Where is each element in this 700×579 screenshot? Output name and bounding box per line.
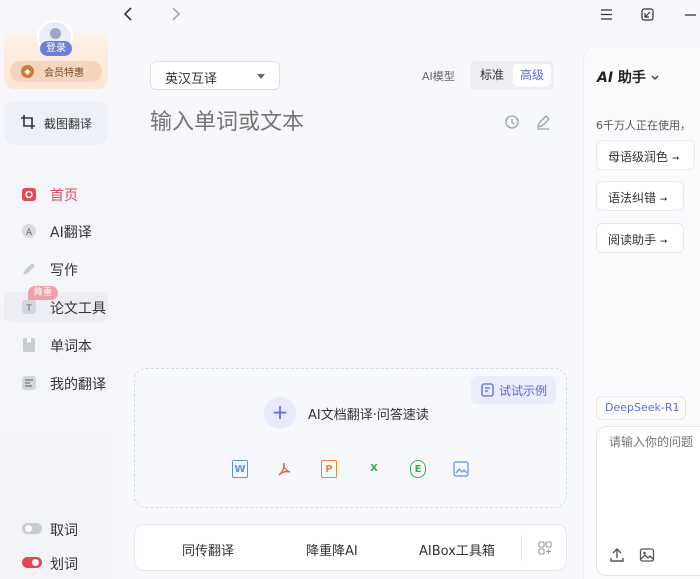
paper-tool-icon: T	[22, 300, 36, 314]
sidebar-item-writing[interactable]: 写作	[4, 254, 108, 284]
history-doc-icon	[22, 376, 36, 390]
sidebar-item-label: 单词本	[50, 339, 92, 355]
login-button[interactable]: 登录	[40, 41, 72, 56]
divider	[521, 535, 522, 561]
excel-file-icon: X	[370, 463, 378, 474]
ai-icon: A	[22, 224, 36, 238]
vip-offer-button[interactable]: ◆ 会员特惠	[10, 61, 102, 82]
ai-model-label: AI模型	[422, 70, 455, 83]
vip-offer-label: 会员特惠	[44, 68, 84, 79]
minimize-button[interactable]	[684, 8, 697, 25]
users-count-text: 6千万人正在使用，	[596, 119, 691, 132]
epub-file-icon: E	[410, 460, 426, 478]
chip-reading-assistant[interactable]: 阅读助手 ➞	[596, 223, 684, 253]
document-icon	[481, 383, 494, 397]
upload-icon[interactable]	[609, 547, 625, 563]
sidebar-item-label: 首页	[50, 188, 78, 204]
chevron-down-icon	[257, 74, 265, 79]
arrow-right-icon: ➞	[659, 237, 668, 247]
chip-label: 母语级润色 ➞	[608, 150, 680, 164]
sidebar-item-label: 论文工具	[50, 301, 106, 317]
diamond-icon: ◆	[21, 65, 34, 78]
source-text-input[interactable]	[150, 104, 490, 140]
mini-window-button[interactable]	[641, 8, 654, 25]
image-upload-icon[interactable]	[639, 547, 655, 563]
screenshot-translate-button[interactable]: 截图翻译	[4, 101, 108, 145]
ai-logo: AI	[597, 70, 614, 86]
sidebar-item-my-translations[interactable]: 我的翻译	[4, 368, 108, 398]
chat-input-box	[596, 426, 700, 576]
pen-icon	[23, 263, 35, 275]
word-file-icon: W	[232, 460, 248, 478]
edit-icon[interactable]	[535, 114, 551, 130]
sidebar-item-label: AI翻译	[50, 225, 92, 241]
doc-translate-label: AI文档翻译·问答速读	[308, 408, 429, 423]
crop-icon	[21, 115, 35, 129]
bottom-toolbar: 同传翻译 降重降AI AIBox工具箱	[134, 524, 567, 571]
model-switch: 标准 高级	[470, 61, 554, 90]
model-selector[interactable]: DeepSeek-R1	[596, 396, 686, 420]
language-select-value: 英汉互译	[165, 72, 218, 87]
select-word-toggle[interactable]	[22, 557, 42, 568]
chip-label: 阅读助手 ➞	[608, 233, 668, 247]
menu-button[interactable]	[600, 8, 613, 25]
pin-window-icon	[641, 8, 654, 21]
pdf-file-icon	[276, 460, 292, 478]
sidebar-item-home[interactable]: 首页	[4, 179, 108, 209]
ai-assistant-title-text: 助手	[617, 70, 646, 86]
chevron-left-icon	[123, 7, 132, 21]
book-icon	[23, 338, 35, 352]
history-icon[interactable]	[504, 114, 520, 130]
language-select[interactable]: 英汉互译	[150, 61, 280, 90]
forward-button[interactable]	[170, 6, 182, 26]
plus-icon[interactable]: +	[264, 397, 296, 429]
ppt-file-icon: P	[321, 460, 337, 478]
model-option-advanced[interactable]: 高级	[513, 64, 551, 87]
image-file-icon	[453, 460, 469, 478]
chat-input[interactable]	[609, 435, 700, 449]
menu-icon	[601, 9, 612, 20]
apps-grid-icon[interactable]	[538, 541, 552, 555]
pick-word-label: 取词	[50, 523, 78, 539]
select-word-label: 划词	[50, 557, 78, 573]
try-example-button[interactable]: 试试示例	[471, 376, 556, 404]
chip-grammar-fix[interactable]: 语法纠错 ➞	[596, 181, 684, 211]
sidebar-item-label: 写作	[50, 263, 78, 279]
model-selector-value: DeepSeek-R1	[605, 401, 680, 414]
aibox-toolbox-button[interactable]: AIBox工具箱	[419, 540, 495, 559]
pick-word-toggle[interactable]	[22, 523, 42, 534]
minimize-icon	[685, 14, 696, 16]
chevron-right-icon	[172, 7, 181, 21]
reduce-ai-button[interactable]: 降重降AI	[306, 540, 358, 559]
arrow-right-icon: ➞	[659, 195, 668, 205]
sidebar-item-label: 我的翻译	[50, 377, 106, 393]
chevron-down-icon	[651, 75, 659, 80]
reduce-badge: 降重	[28, 286, 58, 300]
arrow-right-icon: ➞	[671, 154, 680, 164]
chip-label: 语法纠错 ➞	[608, 191, 668, 205]
home-icon	[22, 188, 36, 201]
model-option-standard[interactable]: 标准	[473, 64, 511, 87]
svg-text:A: A	[26, 228, 33, 238]
screenshot-translate-label: 截图翻译	[44, 117, 93, 131]
svg-text:T: T	[25, 304, 32, 314]
simultaneous-translate-button[interactable]: 同传翻译	[182, 540, 234, 559]
sidebar-item-ai-translate[interactable]: A AI翻译	[4, 216, 108, 246]
chip-native-polish[interactable]: 母语级润色 ➞	[596, 140, 695, 170]
try-example-label: 试试示例	[499, 384, 548, 398]
back-button[interactable]	[122, 6, 134, 26]
ai-assistant-title[interactable]: AI 助手	[597, 67, 659, 87]
sidebar-item-wordbook[interactable]: 单词本	[4, 330, 108, 360]
